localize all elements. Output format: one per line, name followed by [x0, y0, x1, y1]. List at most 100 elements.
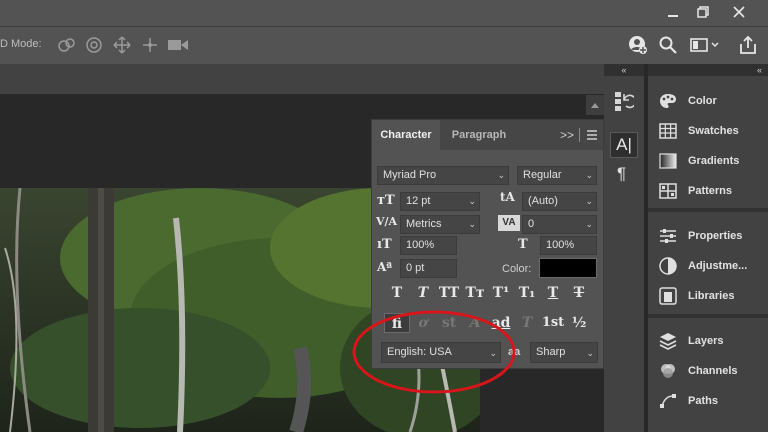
- font-size-icon: ᴛT: [377, 193, 395, 208]
- leading-value: (Auto): [528, 195, 558, 207]
- panel-label-libraries: Libraries: [688, 290, 735, 302]
- panel-group-divider: [648, 208, 768, 212]
- panel-label-swatches: Swatches: [688, 125, 739, 137]
- panel-label-channels: Channels: [688, 365, 738, 377]
- orbit-tool[interactable]: [54, 33, 78, 57]
- leading-icon: tA: [500, 190, 515, 204]
- superscript-button[interactable]: T¹: [488, 283, 514, 303]
- panel-item-color[interactable]: Color: [648, 86, 768, 116]
- all-caps-button[interactable]: TT: [436, 283, 462, 303]
- fractions-button[interactable]: ½: [566, 313, 592, 333]
- collapse-strip-icon[interactable]: «: [604, 64, 644, 76]
- panel-item-paths[interactable]: Paths: [648, 386, 768, 416]
- paragraph-panel-button[interactable]: ¶: [617, 164, 626, 184]
- close-button[interactable]: [722, 0, 756, 24]
- chevron-down-icon: ⌄: [497, 170, 505, 180]
- small-caps-button[interactable]: Tт: [462, 283, 488, 303]
- underline-button[interactable]: T: [540, 283, 566, 303]
- font-style-value: Regular: [523, 169, 562, 181]
- mode-label: D Mode:: [0, 38, 42, 50]
- panel-item-swatches[interactable]: Swatches: [648, 116, 768, 146]
- tracking-value: 0: [528, 218, 535, 230]
- panel-item-properties[interactable]: Properties: [648, 221, 768, 251]
- kerning-dropdown[interactable]: Metrics ⌄: [400, 215, 480, 234]
- font-size-field[interactable]: 12 pt ⌄: [400, 192, 480, 211]
- kerning-icon: V/A: [376, 215, 398, 228]
- orbit-icon: [58, 38, 75, 52]
- faux-italic-button[interactable]: T: [410, 283, 436, 303]
- share-icon: [740, 36, 756, 54]
- slide-tool[interactable]: [138, 33, 162, 57]
- panel-group-divider: [648, 314, 768, 318]
- scroll-up-button[interactable]: [586, 95, 604, 115]
- workspace-icon: [690, 38, 719, 52]
- annotation-ellipse: [352, 310, 516, 394]
- font-family-dropdown[interactable]: Myriad Pro ⌄: [377, 166, 509, 185]
- close-icon: [733, 6, 745, 18]
- character-a-icon: A|: [616, 135, 632, 154]
- type-style-buttons: T T TT Tт T¹ T₁ T T: [384, 283, 594, 303]
- panel-item-layers[interactable]: Layers: [648, 326, 768, 356]
- ordinals-button[interactable]: 1st: [540, 313, 566, 333]
- panel-item-patterns[interactable]: Patterns: [648, 176, 768, 206]
- antialias-dropdown[interactable]: Sharp ⌄: [530, 342, 598, 363]
- history-icon: [615, 92, 634, 111]
- font-size-value: 12 pt: [406, 195, 431, 207]
- workspace-button[interactable]: [688, 33, 722, 57]
- adjustment-icon: [659, 257, 677, 275]
- strikethrough-button[interactable]: T: [566, 283, 592, 303]
- panel-label-patterns: Patterns: [688, 185, 733, 197]
- search-icon: [659, 36, 677, 54]
- tab-character[interactable]: Character: [372, 120, 440, 150]
- panel-item-channels[interactable]: Channels: [648, 356, 768, 386]
- chevron-up-icon: [591, 103, 599, 108]
- chevron-down-icon: ⌄: [585, 219, 593, 229]
- gradient-icon: [659, 153, 677, 169]
- leading-field[interactable]: (Auto) ⌄: [522, 192, 597, 211]
- panel-item-adjustments[interactable]: Adjustme...: [648, 251, 768, 281]
- chevron-down-icon: ⌄: [585, 170, 593, 180]
- restore-button[interactable]: [686, 0, 720, 24]
- kerning-value: Metrics: [406, 218, 442, 230]
- roll-tool[interactable]: [82, 33, 106, 57]
- panel-label-adjustments: Adjustme...: [688, 260, 748, 272]
- share-button[interactable]: [736, 33, 760, 57]
- panel-label-layers: Layers: [688, 335, 724, 347]
- collapse-dock-icon[interactable]: «: [648, 64, 768, 76]
- video-tool[interactable]: [166, 33, 190, 57]
- tracking-dropdown[interactable]: 0 ⌄: [522, 215, 597, 234]
- panel-label-paths: Paths: [688, 395, 718, 407]
- baseline-shift-icon: Aª: [377, 260, 393, 274]
- minimize-button[interactable]: [656, 0, 690, 24]
- panel-menu-button[interactable]: [586, 129, 598, 141]
- panel-item-libraries[interactable]: Libraries: [648, 281, 768, 311]
- color-label: Color:: [502, 263, 532, 275]
- faux-bold-button[interactable]: T: [384, 283, 410, 303]
- divider: [579, 128, 580, 142]
- baseline-shift-field[interactable]: 0 pt: [400, 259, 457, 278]
- panel-label-color: Color: [688, 95, 717, 107]
- pattern-icon: [659, 183, 677, 199]
- vertical-scale-icon: ıT: [377, 237, 392, 252]
- search-button[interactable]: [656, 33, 680, 57]
- tab-paragraph[interactable]: Paragraph: [444, 120, 514, 150]
- palette-icon: [660, 94, 676, 108]
- history-button[interactable]: [614, 90, 634, 112]
- chevron-down-icon: ⌄: [586, 348, 594, 358]
- panel-tab-bar: Character Paragraph >>: [372, 120, 603, 150]
- panel-item-gradients[interactable]: Gradients: [648, 146, 768, 176]
- pan-tool[interactable]: [110, 33, 134, 57]
- text-color-swatch[interactable]: [539, 258, 597, 278]
- character-panel-button[interactable]: A|: [610, 132, 638, 158]
- collapse-panel-icon[interactable]: >>: [560, 128, 574, 142]
- subscript-button[interactable]: T₁: [514, 283, 540, 303]
- font-style-dropdown[interactable]: Regular ⌄: [517, 166, 597, 185]
- antialias-value: Sharp: [536, 346, 566, 358]
- chevron-down-icon: ⌄: [468, 219, 476, 229]
- share-user-button[interactable]: [626, 33, 650, 57]
- sliders-icon: [660, 229, 676, 243]
- pan-icon: [113, 36, 131, 54]
- right-panel-dock: « Color Swatches Gradients Patterns Prop…: [648, 64, 768, 432]
- vertical-scale-field[interactable]: 100%: [400, 236, 457, 255]
- horizontal-scale-field[interactable]: 100%: [540, 236, 597, 255]
